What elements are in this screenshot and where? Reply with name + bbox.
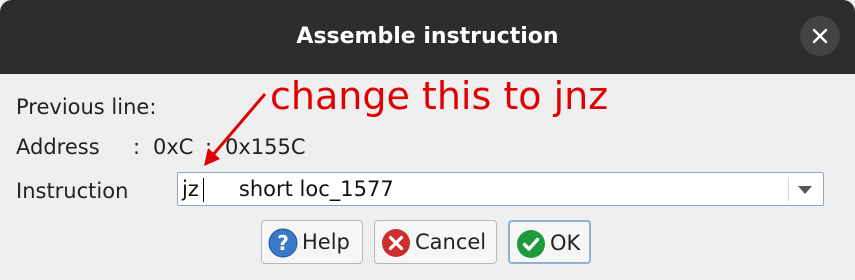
close-icon	[812, 28, 828, 44]
instruction-label: Instruction	[16, 179, 129, 203]
annotation-text: change this to jnz	[270, 74, 609, 118]
instruction-combobox[interactable]: jz short loc_1577	[177, 172, 824, 206]
help-button-label: Help	[302, 230, 350, 254]
instruction-input[interactable]: jz short loc_1577	[182, 176, 394, 202]
cancel-button[interactable]: Cancel	[374, 220, 497, 264]
svg-text:?: ?	[277, 231, 289, 255]
check-icon	[517, 230, 545, 258]
title-bar: Assemble instruction	[0, 0, 855, 74]
ok-button[interactable]: OK	[508, 220, 591, 264]
address-segment: 0xC	[153, 135, 194, 159]
address-offset: 0x155C	[225, 135, 306, 159]
address-separator: :	[133, 135, 141, 159]
combo-separator	[788, 177, 789, 201]
chevron-down-icon[interactable]	[797, 185, 813, 195]
help-icon: ?	[268, 228, 298, 258]
cancel-icon	[382, 229, 410, 257]
assemble-dialog: Assemble instruction Previous line: Addr…	[0, 0, 855, 280]
previous-line-label: Previous line:	[16, 95, 157, 119]
close-button[interactable]	[800, 16, 840, 56]
ok-button-label: OK	[550, 231, 581, 255]
address-separator-2: :	[205, 135, 213, 159]
text-caret	[203, 178, 204, 202]
help-button[interactable]: ? Help	[261, 220, 363, 264]
dialog-title: Assemble instruction	[296, 24, 559, 49]
address-label: Address	[16, 135, 100, 159]
cancel-button-label: Cancel	[415, 230, 487, 254]
